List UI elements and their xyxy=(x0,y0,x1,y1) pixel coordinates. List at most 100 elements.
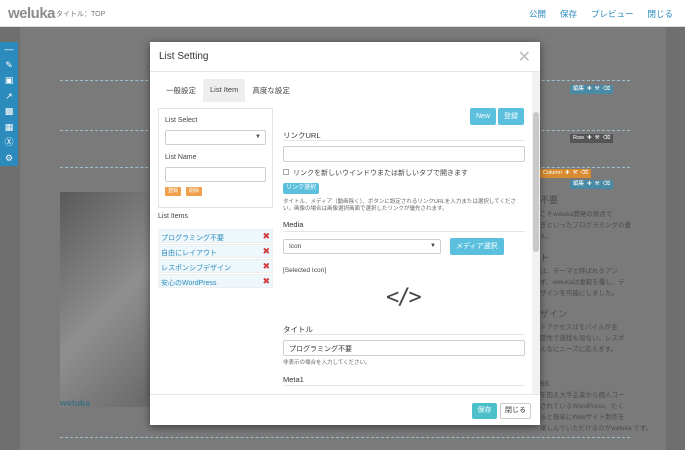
list-select-dropdown[interactable]: ▼ xyxy=(165,130,266,145)
list-item-label[interactable]: プログラミング不要 xyxy=(161,233,224,243)
wrench-icon[interactable]: ⚒ xyxy=(573,170,578,177)
media-select-button[interactable]: メディア選択 xyxy=(450,238,504,255)
list-select-panel: List Select ▼ List Name 登録 削除 xyxy=(158,108,273,208)
preview-link[interactable]: プレビュー xyxy=(591,8,634,20)
remove-icon[interactable]: ✖ xyxy=(262,276,270,287)
register-list-button[interactable]: 登録 xyxy=(165,187,182,196)
list-item-label[interactable]: 自由にレイアウト xyxy=(161,248,217,258)
code-icon: </> xyxy=(386,285,422,310)
media-label: Media xyxy=(283,220,304,229)
title-input[interactable]: プログラミング不要 xyxy=(283,340,525,356)
save-link[interactable]: 保存 xyxy=(560,8,577,20)
new-item-button[interactable]: New xyxy=(470,108,497,125)
row-toolbar-label: Row xyxy=(573,134,585,141)
modal-footer: 保存 閉じる xyxy=(150,394,540,425)
media-select-value: Icon xyxy=(289,243,302,250)
remove-icon[interactable]: ✖ xyxy=(262,246,270,257)
row-toolbar[interactable]: 編集 ✚ ⚒ ⌫ xyxy=(570,85,614,94)
trash-icon[interactable]: ⌫ xyxy=(581,170,589,177)
chevron-down-icon: ▼ xyxy=(430,243,436,249)
remove-icon[interactable]: ✖ xyxy=(262,261,270,272)
link-url-input[interactable] xyxy=(283,146,525,162)
title-help-text: 非表示の場合を入力してください。 xyxy=(283,360,371,366)
background-heading: ト xyxy=(540,253,550,263)
list-items-label: List Items xyxy=(158,213,188,220)
list-item[interactable]: レスポンシブデザイン ✖ xyxy=(158,259,273,273)
list-item-label[interactable]: レスポンシブデザイン xyxy=(161,263,231,273)
register-item-button[interactable]: 登録 xyxy=(498,108,524,125)
list-item-label[interactable]: 安心のWordPress xyxy=(161,278,217,288)
delete-list-button[interactable]: 削除 xyxy=(186,187,203,196)
wrench-icon[interactable]: ⚒ xyxy=(595,135,600,142)
link-select-button[interactable]: リンク選択 xyxy=(283,183,320,194)
pencil-icon[interactable]: ✎ xyxy=(0,58,18,74)
background-heading: 不要 xyxy=(540,195,559,205)
film-icon[interactable]: ▩ xyxy=(0,104,18,120)
tab-general[interactable]: 一般設定 xyxy=(159,79,203,102)
move-icon[interactable]: ✚ xyxy=(587,135,592,142)
close-link[interactable]: 閉じる xyxy=(647,8,673,20)
background-heading: ザイン xyxy=(540,309,568,319)
background-text: トアクセスはモバイルが主 度性で過程も設ない。レスポ んなにニーズに応えます。 xyxy=(540,324,625,353)
meta1-label: Meta1 xyxy=(283,375,304,384)
modal-title: List Setting xyxy=(159,51,209,62)
wrench-icon[interactable]: ⚒ xyxy=(595,86,600,93)
publish-link[interactable]: 公開 xyxy=(529,8,546,20)
gear-icon[interactable]: ⚙ xyxy=(0,151,18,167)
scroll-thumb[interactable] xyxy=(533,112,539,252)
background-heading: ss xyxy=(540,378,549,388)
briefcase-icon[interactable]: ▦ xyxy=(0,120,18,136)
tab-advanced[interactable]: 高度な設定 xyxy=(245,79,297,102)
trash-icon[interactable]: ⌫ xyxy=(603,181,611,188)
element-toolbar-label: 編集 xyxy=(573,180,585,187)
background-text: こそweluka開発の原点で ぎといったプログラミングの垂 ん。 xyxy=(540,211,631,240)
top-bar: weluka タイトル：TOP 公開 保存 プレビュー 閉じる xyxy=(0,0,685,27)
divider xyxy=(283,231,525,232)
list-item[interactable]: 自由にレイアウト ✖ xyxy=(158,244,273,258)
minus-icon[interactable]: — xyxy=(0,42,18,58)
list-setting-modal: List Setting ✕ 一般設定 List Item 高度な設定 List… xyxy=(150,42,540,425)
left-toolbar: — ✎ ▣ ↗ ▩ ▦ Ⓧ ⚙ xyxy=(0,42,18,166)
divider xyxy=(283,140,525,141)
list-item[interactable]: プログラミング不要 ✖ xyxy=(158,229,273,243)
external-link-icon[interactable]: ↗ xyxy=(0,89,18,105)
new-window-label: リンクを新しいウインドウまたは新しいタブで開きます xyxy=(293,170,468,177)
modal-tabs: 一般設定 List Item 高度な設定 xyxy=(159,79,297,102)
page-title: タイトル：TOP xyxy=(56,11,106,18)
new-window-checkbox[interactable] xyxy=(283,169,289,175)
divider xyxy=(283,334,525,335)
column-toolbar[interactable]: Column ✚ ⚒ ⌫ xyxy=(540,169,592,178)
row-toolbar[interactable]: Row ✚ ⚒ ⌫ xyxy=(570,134,614,143)
selected-icon-label: [Selected Icon] xyxy=(283,267,326,274)
top-nav: 公開 保存 プレビュー 閉じる xyxy=(529,8,673,20)
app-logo: weluka xyxy=(8,5,56,22)
background-logo: weluka xyxy=(60,398,91,408)
link-help-text: タイトル、メディア（動画除く）、ボタンに設定されるリンクURLを入力または選択し… xyxy=(283,199,517,212)
wordpress-icon[interactable]: Ⓧ xyxy=(0,135,18,151)
list-name-input[interactable] xyxy=(165,167,266,182)
tab-list-item[interactable]: List Item xyxy=(203,79,246,102)
modal-header: List Setting ✕ xyxy=(150,42,540,72)
close-icon[interactable]: ✕ xyxy=(518,47,531,67)
media-select[interactable]: Icon ▼ xyxy=(283,239,441,254)
trash-icon[interactable]: ⌫ xyxy=(603,86,611,93)
move-icon[interactable]: ✚ xyxy=(565,170,570,177)
wrench-icon[interactable]: ⚒ xyxy=(595,181,600,188)
column-toolbar-label: Column xyxy=(543,169,562,176)
trash-icon[interactable]: ⌫ xyxy=(603,135,611,142)
modal-scrollbar[interactable] xyxy=(532,72,540,394)
list-name-label: List Name xyxy=(165,154,197,161)
element-toolbar[interactable]: 編集 ✚ ⚒ ⌫ xyxy=(570,180,614,189)
remove-icon[interactable]: ✖ xyxy=(262,231,270,242)
divider xyxy=(283,385,525,386)
list-item[interactable]: 安心のWordPress ✖ xyxy=(158,274,273,288)
save-button[interactable]: 保存 xyxy=(472,403,497,419)
background-text: を抱え大手企業から個人コー されているWordPress。たく ると簡単にWebサイ… xyxy=(540,392,653,432)
image-icon[interactable]: ▣ xyxy=(0,73,18,89)
move-icon[interactable]: ✚ xyxy=(587,181,592,188)
background-text: は、テーマと呼ばれるアン ず、welukaは垂範を覆し、テ ザインを可能にしました。 xyxy=(540,268,625,297)
list-select-label: List Select xyxy=(165,117,198,124)
close-button[interactable]: 閉じる xyxy=(500,403,531,419)
move-icon[interactable]: ✚ xyxy=(587,86,592,93)
chevron-down-icon: ▼ xyxy=(255,134,261,140)
